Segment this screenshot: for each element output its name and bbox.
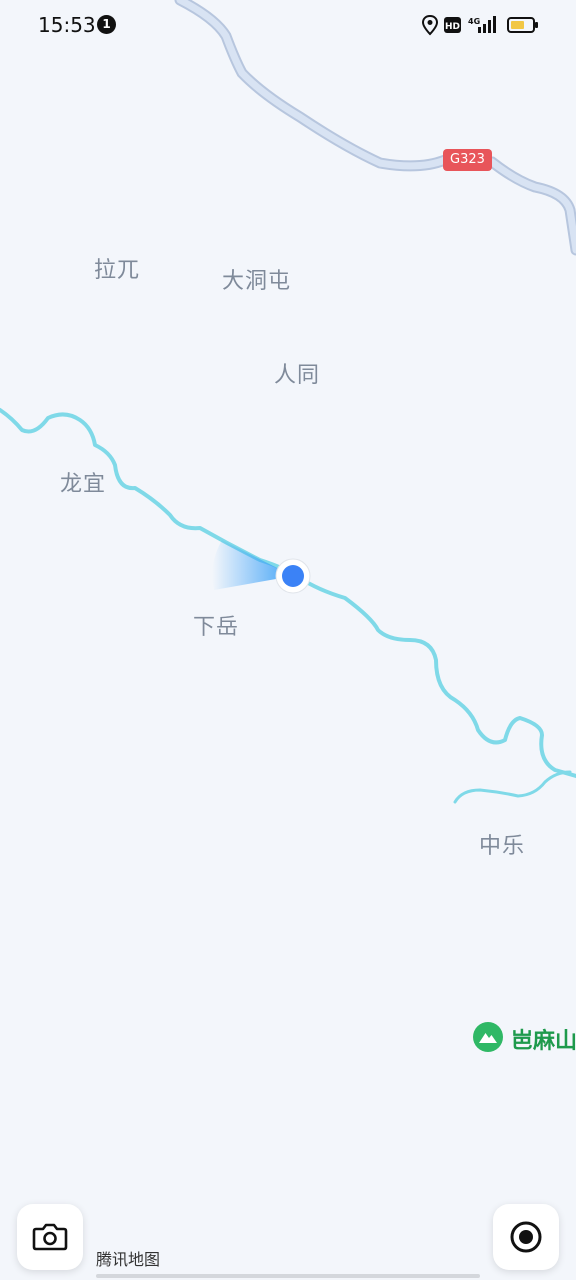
4g-signal-icon: 4G [468,16,496,33]
svg-text:HD: HD [445,22,460,32]
river-tributary [453,770,572,804]
river [0,408,576,778]
place-label-xiayue[interactable]: 下岳 [193,609,239,641]
map-canvas[interactable] [0,0,576,1280]
status-time: 15:53 [38,13,96,37]
camera-icon [32,1223,68,1251]
locate-icon [510,1221,542,1253]
location-icon [422,14,439,36]
map-attribution: 腾讯地图 [96,1250,161,1269]
road-shield-g323[interactable]: G323 [443,149,492,171]
place-label-rentong[interactable]: 人同 [274,357,320,389]
locate-button[interactable] [493,1204,559,1270]
camera-button[interactable] [17,1204,83,1270]
battery-icon [507,17,538,33]
home-indicator [96,1274,480,1278]
poi-label: 岜麻山 [511,1029,576,1054]
place-label-longyi[interactable]: 龙宜 [60,466,106,498]
hd-icon: HD [444,17,461,33]
mountain-icon [473,1022,503,1052]
place-label-zhongle[interactable]: 中乐 [479,828,525,860]
status-icons: HD 4G [422,14,538,36]
notification-badge: 1 [97,15,116,34]
status-bar: 15:53 1 HD 4G [0,0,576,52]
place-label-lawu[interactable]: 拉兀 [94,252,140,284]
svg-text:4G: 4G [468,17,480,26]
place-label-dadongtun[interactable]: 大洞屯 [222,263,291,295]
